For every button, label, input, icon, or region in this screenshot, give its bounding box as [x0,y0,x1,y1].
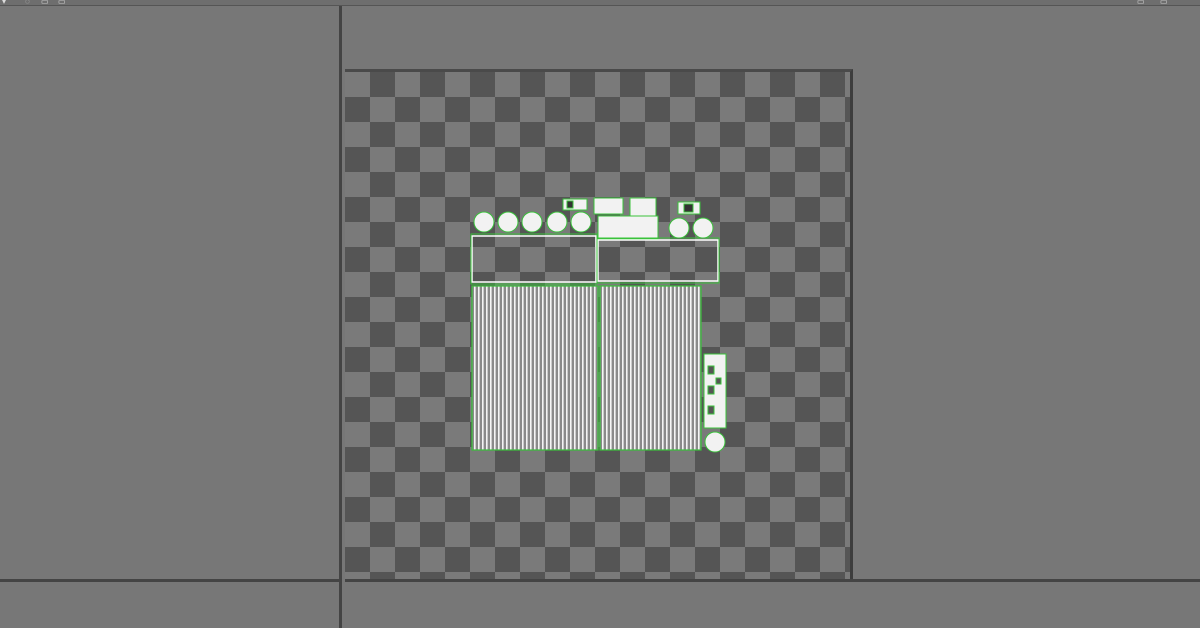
bottom-left-panel [0,579,342,628]
uv-layout[interactable] [470,196,730,456]
screen-icon[interactable]: ▭ [1137,0,1145,6]
uv-large-islands [471,285,702,451]
uv-mid-islands [471,235,719,283]
move-icon[interactable]: ▭ [58,0,66,6]
rotate-icon[interactable]: ◌ [25,0,30,6]
layout-icon[interactable]: ▭ [1160,0,1168,6]
uv-editor-window: ▾ ◌ ▭ ▭ ▭ ▭ [0,0,1200,628]
cursor-icon[interactable]: ▾ [2,0,6,6]
bottom-right-panel [345,579,1200,628]
left-panel [0,6,342,579]
uv-side-islands [703,353,727,429]
select-icon[interactable]: ▭ [41,0,49,6]
